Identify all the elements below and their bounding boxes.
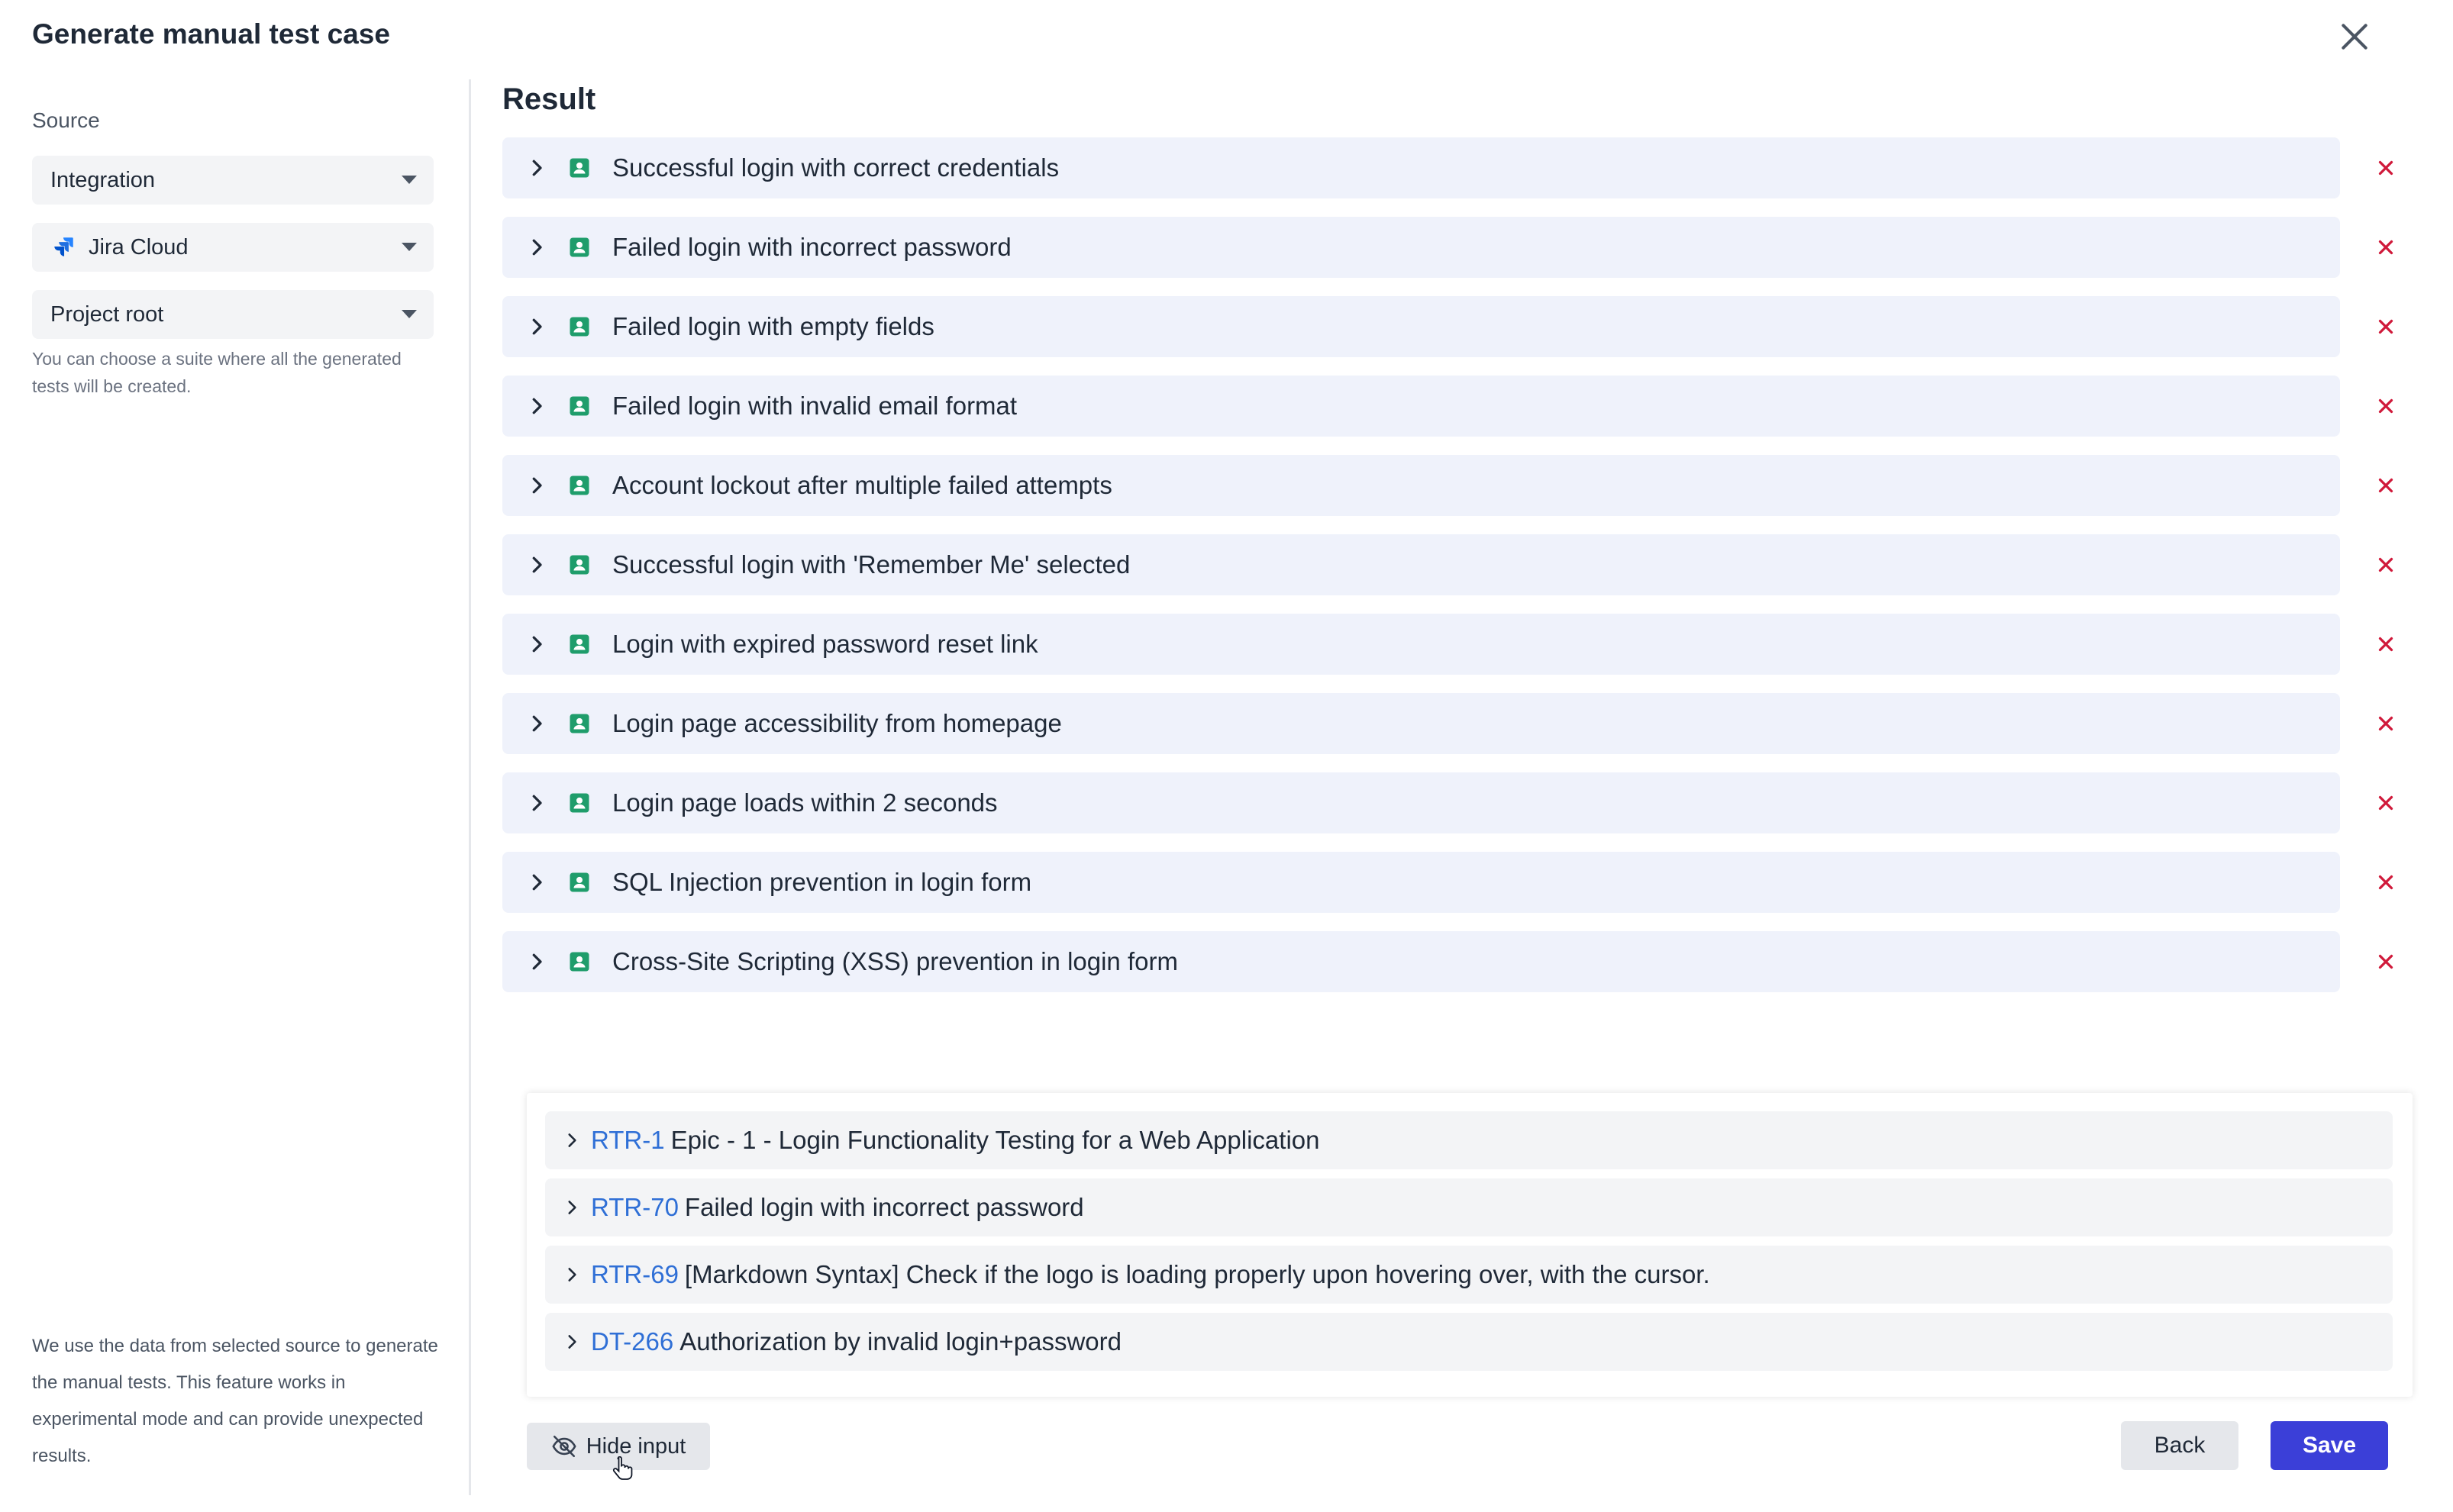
result-item-label: Failed login with empty fields	[612, 312, 934, 340]
input-issue-row[interactable]: DT-266 Authorization by invalid login+pas…	[545, 1313, 2393, 1371]
jira-icon	[54, 237, 73, 256]
chevron-down-icon	[402, 243, 417, 251]
manual-test-icon	[570, 317, 589, 337]
result-item[interactable]: Login with expired password reset link	[502, 614, 2340, 675]
result-item[interactable]: Failed login with invalid email format	[502, 376, 2340, 437]
chevron-down-icon	[402, 176, 417, 184]
integration-select[interactable]: Jira Cloud	[32, 223, 434, 272]
issue-key-link[interactable]: RTR-70	[591, 1193, 679, 1222]
source-type-select[interactable]: Integration	[32, 156, 434, 205]
hide-input-label: Hide input	[586, 1433, 686, 1459]
remove-icon[interactable]	[2374, 315, 2397, 338]
manual-test-icon	[570, 555, 589, 575]
result-item[interactable]: Successful login with 'Remember Me' sele…	[502, 534, 2340, 595]
suite-select[interactable]: Project root	[32, 290, 434, 339]
chevron-right-icon[interactable]	[525, 950, 548, 973]
close-icon[interactable]	[2338, 20, 2371, 53]
result-item-label: Login page accessibility from homepage	[612, 709, 1062, 737]
chevron-right-icon[interactable]	[525, 553, 548, 576]
manual-test-icon	[570, 158, 589, 178]
result-item[interactable]: Login page accessibility from homepage	[502, 693, 2340, 754]
result-item-label: Login with expired password reset link	[612, 630, 1038, 658]
result-item-label: SQL Injection prevention in login form	[612, 868, 1032, 896]
input-issue-row[interactable]: RTR-69 [Markdown Syntax] Check if the log…	[545, 1246, 2393, 1304]
result-item-label: Failed login with invalid email format	[612, 392, 1018, 420]
issue-key-link[interactable]: RTR-1	[591, 1126, 665, 1155]
issue-title: Failed login with incorrect password	[684, 1193, 1084, 1221]
manual-test-icon	[570, 476, 589, 495]
issue-key-link[interactable]: DT-266	[591, 1327, 673, 1356]
result-item[interactable]: Failed login with incorrect password	[502, 217, 2340, 278]
chevron-right-icon[interactable]	[525, 395, 548, 417]
chevron-right-icon[interactable]	[525, 315, 548, 338]
remove-icon[interactable]	[2374, 236, 2397, 259]
manual-test-icon	[570, 952, 589, 972]
chevron-right-icon[interactable]	[525, 791, 548, 814]
chevron-right-icon[interactable]	[562, 1265, 582, 1285]
remove-icon[interactable]	[2374, 633, 2397, 656]
remove-icon[interactable]	[2374, 474, 2397, 497]
result-item[interactable]: Cross-Site Scripting (XSS) prevention in…	[502, 931, 2340, 992]
source-type-value: Integration	[50, 167, 156, 192]
issue-title: Epic - 1 - Login Functionality Testing f…	[670, 1126, 1320, 1154]
experimental-note: We use the data from selected source to …	[32, 1336, 438, 1466]
remove-icon[interactable]	[2374, 553, 2397, 576]
chevron-right-icon[interactable]	[525, 871, 548, 894]
remove-icon[interactable]	[2374, 871, 2397, 894]
manual-test-icon	[570, 634, 589, 654]
result-item[interactable]: SQL Injection prevention in login form	[502, 852, 2340, 913]
result-item-label: Successful login with correct credential…	[612, 153, 1060, 182]
suite-help-text: You can choose a suite where all the gen…	[32, 349, 402, 396]
modal-title: Generate manual test case	[32, 18, 390, 50]
chevron-right-icon[interactable]	[525, 633, 548, 656]
result-item[interactable]: Account lockout after multiple failed at…	[502, 455, 2340, 516]
source-label: Source	[32, 108, 100, 132]
back-button[interactable]: Back	[2121, 1421, 2238, 1470]
chevron-right-icon[interactable]	[525, 474, 548, 497]
issue-title: Authorization by invalid login+password	[679, 1327, 1122, 1356]
eye-off-icon	[552, 1435, 576, 1458]
remove-icon[interactable]	[2374, 712, 2397, 735]
result-item-label: Account lockout after multiple failed at…	[612, 471, 1112, 499]
result-title: Result	[502, 82, 596, 116]
manual-test-icon	[570, 714, 589, 733]
issue-title: [Markdown Syntax] Check if the logo is l…	[684, 1260, 1710, 1288]
chevron-right-icon[interactable]	[525, 236, 548, 259]
result-item[interactable]: Login page loads within 2 seconds	[502, 772, 2340, 833]
result-item-label: Failed login with incorrect password	[612, 233, 1012, 261]
result-item[interactable]: Failed login with empty fields	[502, 296, 2340, 357]
issue-key-link[interactable]: RTR-69	[591, 1260, 679, 1289]
result-item[interactable]: Successful login with correct credential…	[502, 137, 2340, 198]
remove-icon[interactable]	[2374, 156, 2397, 179]
chevron-right-icon[interactable]	[525, 712, 548, 735]
pointer-cursor-icon	[612, 1456, 633, 1480]
manual-test-icon	[570, 793, 589, 813]
result-item-label: Cross-Site Scripting (XSS) prevention in…	[612, 947, 1178, 975]
chevron-right-icon[interactable]	[525, 156, 548, 179]
input-issue-row[interactable]: RTR-70 Failed login with incorrect passwo…	[545, 1178, 2393, 1236]
remove-icon[interactable]	[2374, 395, 2397, 417]
save-button[interactable]: Save	[2271, 1421, 2388, 1470]
chevron-right-icon[interactable]	[562, 1332, 582, 1352]
panel-divider	[469, 79, 471, 1495]
chevron-right-icon[interactable]	[562, 1130, 582, 1150]
manual-test-icon	[570, 872, 589, 892]
suite-value: Project root	[50, 301, 164, 327]
chevron-down-icon	[402, 310, 417, 318]
chevron-right-icon[interactable]	[562, 1198, 582, 1217]
input-issue-row[interactable]: RTR-1 Epic - 1 - Login Functionality Test…	[545, 1111, 2393, 1169]
remove-icon[interactable]	[2374, 791, 2397, 814]
result-item-label: Login page loads within 2 seconds	[612, 788, 998, 817]
remove-icon[interactable]	[2374, 950, 2397, 973]
result-item-label: Successful login with 'Remember Me' sele…	[612, 550, 1131, 579]
integration-value: Jira Cloud	[89, 234, 189, 260]
manual-test-icon	[570, 396, 589, 416]
manual-test-icon	[570, 237, 589, 257]
